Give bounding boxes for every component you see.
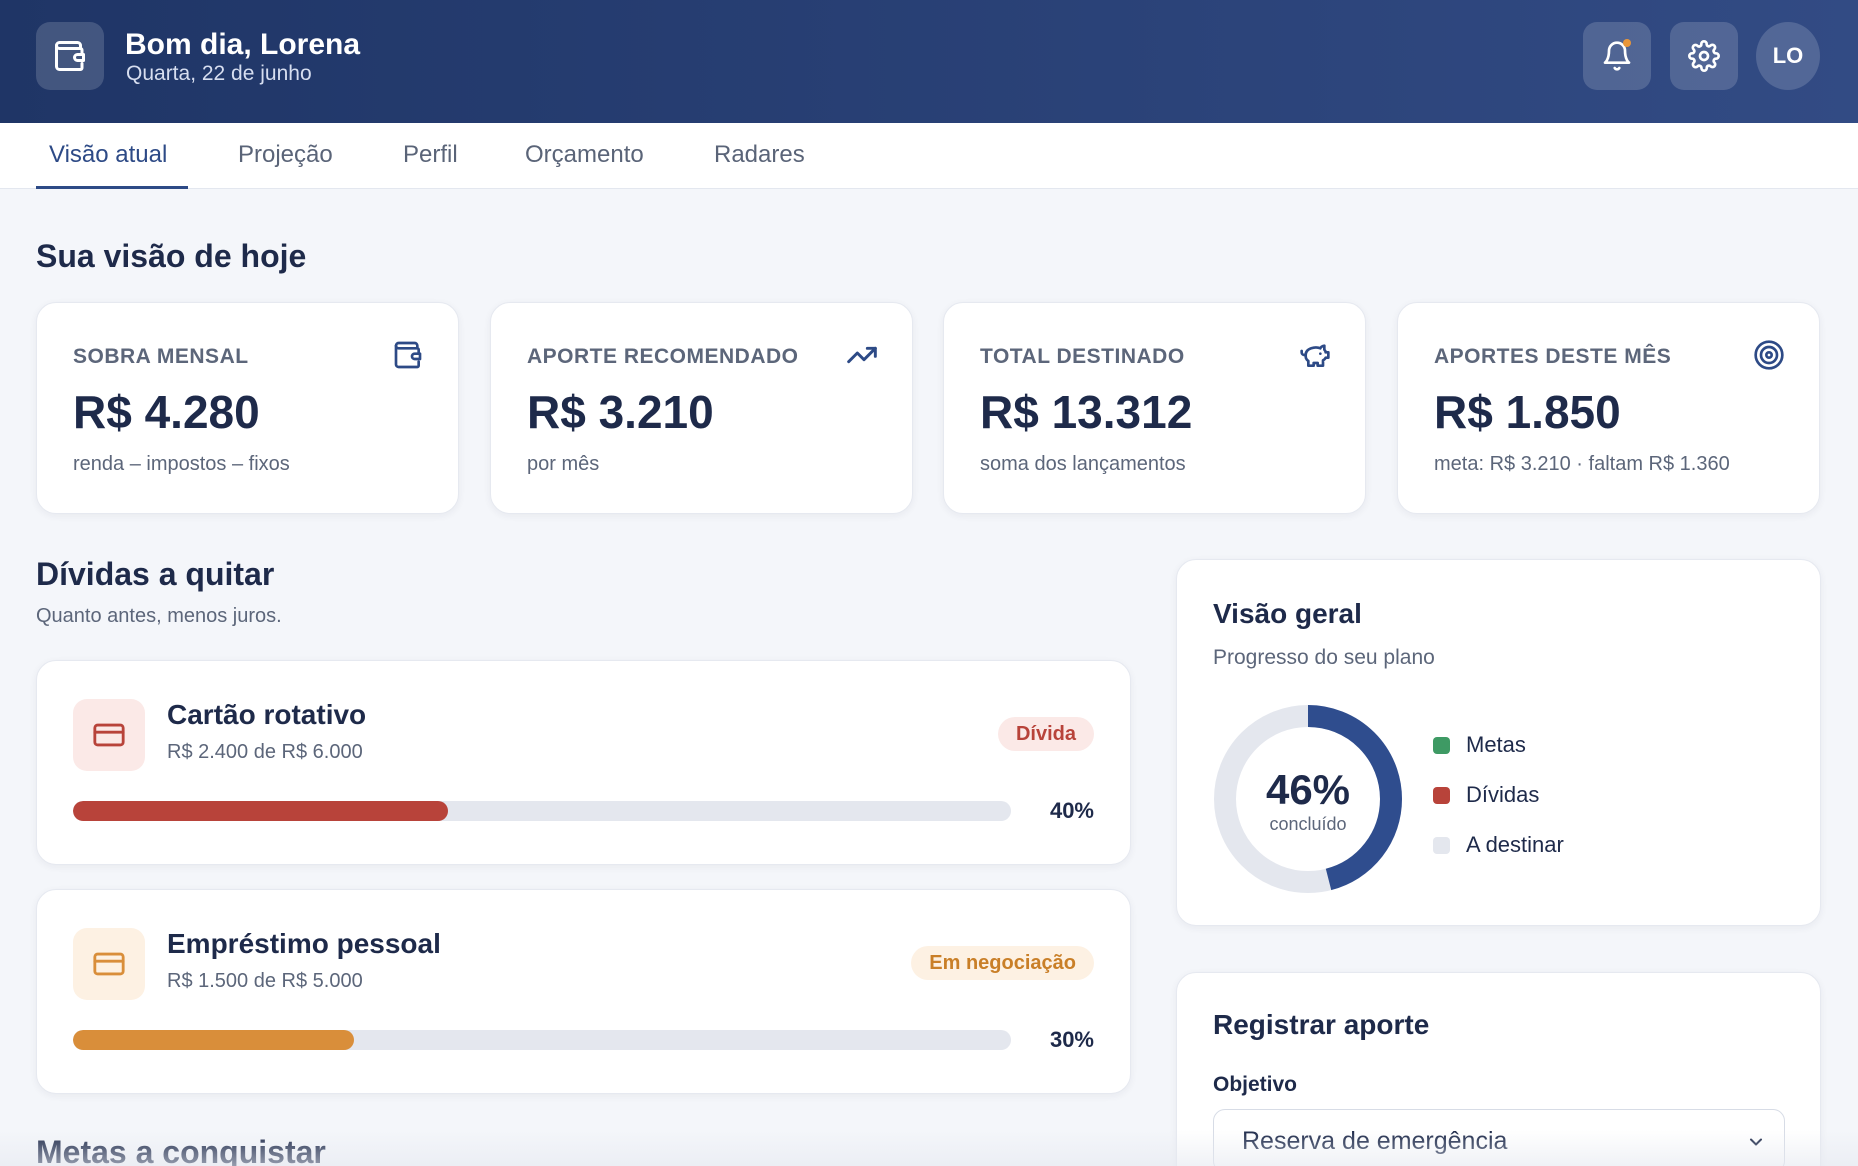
kpi-label: APORTE RECOMENDADO — [527, 345, 799, 368]
target-icon — [1754, 340, 1784, 370]
overview-percent-label: concluído — [1269, 814, 1347, 834]
debt-icon-box — [73, 928, 145, 1000]
kpi-value: R$ 3.210 — [527, 386, 714, 438]
wallet-icon — [394, 341, 422, 369]
tab-projecao[interactable]: Projeção — [238, 141, 333, 169]
user-avatar[interactable]: LO — [1756, 22, 1820, 90]
overview-card: Visão geral Progresso do seu plano 46% c… — [1176, 559, 1821, 926]
wallet-icon — [55, 41, 85, 71]
debt-amount: R$ 1.500 de R$ 5.000 — [167, 970, 363, 992]
app-logo — [36, 22, 104, 90]
legend-label: Dívidas — [1466, 782, 1540, 807]
kpi-note: meta: R$ 3.210 · faltam R$ 1.360 — [1434, 453, 1730, 475]
tab-orcamento[interactable]: Orçamento — [525, 141, 644, 169]
tab-perfil[interactable]: Perfil — [403, 141, 458, 169]
active-tab-indicator — [36, 186, 188, 189]
trending-up-icon — [847, 346, 877, 364]
objective-label: Objetivo — [1213, 1073, 1298, 1096]
tab-radares[interactable]: Radares — [714, 141, 805, 169]
greeting-title: Bom dia, Lorena — [125, 28, 361, 61]
kpi-card-aporte-recomendado: APORTE RECOMENDADO R$ 3.210 por mês — [490, 302, 913, 514]
legend-label: Metas — [1466, 732, 1526, 757]
kpi-label: TOTAL DESTINADO — [980, 345, 1185, 368]
overview-percent: 46% — [1265, 766, 1351, 813]
kpi-note: soma dos lançamentos — [980, 453, 1186, 475]
chevron-down-icon — [1750, 1138, 1762, 1146]
legend-swatch — [1433, 836, 1450, 854]
kpi-card-aportes-mes: APORTES DESTE MÊS R$ 1.850 meta: R$ 3.21… — [1397, 302, 1820, 514]
kpi-label: SOBRA MENSAL — [73, 345, 249, 368]
status-badge: Dívida — [997, 717, 1094, 751]
app-header: Bom dia, Lorena Quarta, 22 de junho LO — [0, 0, 1858, 123]
register-contribution-card: Registrar aporte Objetivo Reserva de eme… — [1176, 972, 1821, 1166]
kpi-value: R$ 1.850 — [1434, 386, 1621, 438]
legend-swatch — [1433, 736, 1450, 754]
kpi-card-sobra: SOBRA MENSAL R$ 4.280 renda – impostos –… — [36, 302, 459, 514]
debt-icon-box — [73, 699, 145, 771]
section-title-goals: Metas a conquistar — [36, 1134, 326, 1166]
legend-swatch — [1433, 786, 1450, 804]
notifications-button[interactable] — [1583, 22, 1651, 90]
legend-label: A destinar — [1466, 832, 1564, 857]
debt-progress-fill — [73, 801, 449, 821]
section-subtitle-debts: Quanto antes, menos juros. — [36, 605, 282, 627]
kpi-note: renda – impostos – fixos — [73, 453, 290, 475]
overview-subtitle: Progresso do seu plano — [1213, 646, 1435, 669]
section-title-debts: Dívidas a quitar — [36, 556, 275, 592]
legend-item-metas: Metas — [1433, 732, 1526, 758]
notification-dot — [1623, 39, 1631, 47]
piggy-bank-icon — [1300, 344, 1330, 367]
gear-icon — [1688, 40, 1720, 72]
debt-progress-percent: 30% — [1049, 1027, 1094, 1052]
main-tabs: Visão atual Projeção Perfil Orçamento Ra… — [0, 123, 1858, 189]
kpi-note: por mês — [527, 453, 600, 475]
objective-selected-value: Reserva de emergência — [1242, 1126, 1508, 1155]
debt-progress-track — [73, 1030, 1011, 1050]
debt-amount: R$ 2.400 de R$ 6.000 — [167, 741, 363, 763]
current-date: Quarta, 22 de junho — [126, 62, 312, 85]
debt-name: Cartão rotativo — [167, 699, 367, 730]
legend-item-dividas: Dívidas — [1433, 782, 1539, 808]
debt-progress-fill — [73, 1030, 355, 1050]
debt-card-cartao-rotativo[interactable]: Cartão rotativo R$ 2.400 de R$ 6.000 Dív… — [36, 660, 1131, 865]
register-title: Registrar aporte — [1213, 1009, 1430, 1040]
status-badge: Em negociação — [911, 946, 1094, 980]
kpi-value: R$ 4.280 — [73, 386, 260, 438]
overview-title: Visão geral — [1213, 598, 1362, 629]
debt-progress-percent: 40% — [1049, 798, 1094, 823]
debt-progress-track — [73, 801, 1011, 821]
debt-name: Empréstimo pessoal — [167, 928, 441, 959]
settings-button[interactable] — [1670, 22, 1738, 90]
credit-card-icon — [93, 952, 125, 976]
legend-item-a-destinar: A destinar — [1433, 832, 1564, 858]
kpi-card-total-destinado: TOTAL DESTINADO R$ 13.312 soma dos lança… — [943, 302, 1366, 514]
credit-card-icon — [93, 723, 125, 747]
kpi-label: APORTES DESTE MÊS — [1434, 345, 1672, 368]
tab-visao-atual[interactable]: Visão atual — [49, 141, 167, 169]
debt-card-emprestimo-pessoal[interactable]: Empréstimo pessoal R$ 1.500 de R$ 5.000 … — [36, 889, 1131, 1094]
section-title-today: Sua visão de hoje — [36, 238, 307, 274]
kpi-value: R$ 13.312 — [980, 386, 1193, 438]
objective-select[interactable]: Reserva de emergência — [1213, 1109, 1785, 1166]
